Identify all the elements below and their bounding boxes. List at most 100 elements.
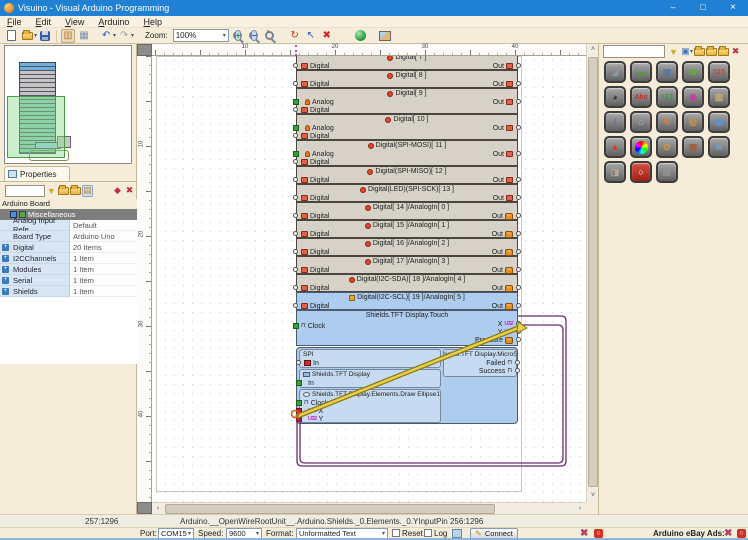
menu-item-edit[interactable]: Edit (29, 16, 59, 28)
block-tft-display-group[interactable]: SPI In Shields.TFT Display.MicroSD Faile… (296, 347, 518, 424)
color-icon[interactable] (630, 136, 652, 158)
folder-open-icon[interactable] (706, 46, 717, 58)
pin-y[interactable]: U32Y (300, 415, 440, 423)
component-search-input[interactable] (603, 45, 665, 58)
expand-icon[interactable]: + (2, 266, 9, 273)
mouse-icon[interactable]: ◕ (604, 86, 626, 108)
design-canvas[interactable]: Digital[ 7 ]DigitalOutDigital[ 8 ]Digita… (152, 56, 586, 502)
pin-digital[interactable]: Digital (297, 302, 517, 310)
circuit-icon[interactable]: ▬ (630, 61, 652, 83)
block-microsd[interactable]: Shields.TFT Display.MicroSD Failed⊓Succe… (443, 349, 517, 377)
block-spi[interactable]: SPI In (299, 349, 441, 368)
property-row[interactable]: Board TypeArduino Uno (0, 231, 137, 242)
pin-out[interactable]: Out (493, 176, 517, 184)
build-icon[interactable]: ↻ (288, 29, 302, 43)
folder-open-icon[interactable] (58, 185, 69, 197)
pin-digital[interactable]: Digital (297, 230, 517, 238)
pin-icon[interactable]: ◆ (112, 185, 123, 197)
display-icon[interactable]: ▣ (708, 111, 730, 133)
chip-icon[interactable]: ▦ (682, 136, 704, 158)
speed-select[interactable]: 9600▾ (226, 528, 262, 539)
pin-out[interactable]: Out (493, 98, 517, 106)
pin-digital[interactable]: Digital (297, 266, 517, 274)
pin-block[interactable]: Digital(SPI-MISO)[ 12 ]DigitalOut (296, 166, 518, 184)
math-icon[interactable]: 123 (656, 86, 678, 108)
clear-filter-icon[interactable]: ✖ (730, 46, 741, 58)
pin-block[interactable]: Digital[ 7 ]DigitalOut (296, 56, 518, 70)
folder-up-icon[interactable] (718, 46, 729, 58)
pin-out[interactable]: Out~ (492, 302, 517, 310)
pin-out[interactable]: Out (493, 80, 517, 88)
view-designer-icon[interactable]: ▥ (61, 29, 75, 43)
pin-digital[interactable]: Digital (297, 106, 517, 114)
buttons-icon[interactable]: ◎ (682, 111, 704, 133)
zoom-out-icon[interactable]: − (248, 29, 262, 43)
ads-close-icon[interactable]: ✖ (724, 528, 732, 539)
pin-digital[interactable]: Digital (297, 80, 517, 88)
keyboard-icon[interactable]: ▦ (656, 161, 678, 183)
menu-item-arduino[interactable]: Arduino (91, 16, 136, 28)
property-row[interactable]: +Digital20 Items (0, 242, 137, 253)
property-row[interactable]: Analog Input Refe..Default (0, 220, 137, 231)
folder-closed-icon[interactable] (70, 185, 81, 197)
folder-new-icon[interactable] (694, 46, 705, 58)
pin-x[interactable]: XU32 (498, 320, 517, 328)
pin-out[interactable]: Out (493, 150, 517, 158)
arrows-icon[interactable]: ⇆ (682, 61, 704, 83)
pin-out[interactable]: Out (493, 194, 517, 202)
block-tft-touch[interactable]: Shields.TFT Display.Touch ⊓Clock XU32YU3… (296, 310, 518, 346)
reset-checkbox[interactable] (392, 529, 400, 537)
pin-block[interactable]: Digital[ 8 ]DigitalOut (296, 70, 518, 88)
horizontal-scroll-thumb[interactable] (165, 504, 495, 514)
text-icon[interactable]: Abc (630, 86, 652, 108)
pin-digital[interactable]: Digital (297, 158, 517, 166)
pin-digital[interactable]: Digital (297, 248, 517, 256)
pin-block[interactable]: Digital(I2C-SCL)[ 19 ]/AnalogIn[ 5 ]Digi… (296, 292, 518, 310)
pin-digital[interactable]: Digital (297, 212, 517, 220)
pin-spi-in[interactable]: In (300, 359, 440, 367)
zoom-100-icon[interactable] (264, 29, 278, 43)
pin-analog[interactable]: Analog (297, 124, 517, 132)
zoom-select[interactable]: 100%▾ (173, 29, 229, 42)
filter-category-icon[interactable]: ∫ (604, 111, 626, 133)
pointer-icon[interactable]: ↖ (304, 29, 318, 43)
properties-filter-input[interactable] (5, 185, 45, 197)
stream-icon[interactable]: ≋ (708, 136, 730, 158)
memory-icon[interactable]: ▥ (708, 86, 730, 108)
undo-icon[interactable]: ↶ (99, 29, 113, 43)
pin-failed[interactable]: Failed⊓ (486, 359, 516, 367)
pin-digital[interactable]: Digital (297, 176, 517, 184)
time-icon[interactable]: ⊙ (656, 136, 678, 158)
ads-stop-icon[interactable]: ○ (737, 529, 746, 538)
pin-digital[interactable]: Digital (297, 132, 517, 140)
pin-block[interactable]: Digital[ 16 ]/AnalogIn[ 2 ]DigitalOut~ (296, 238, 518, 256)
menu-item-help[interactable]: Help (136, 16, 169, 28)
vertical-scrollbar[interactable]: ˄ ˅ (586, 44, 598, 502)
pin-block[interactable]: Digital[ 9 ]AnalogDigitalOut (296, 88, 518, 114)
view-toggle-icon[interactable]: ▤ (82, 185, 93, 197)
filter-icon[interactable]: ▼ (46, 185, 57, 197)
stop-icon[interactable]: ○ (594, 529, 603, 538)
menu-item-view[interactable]: View (58, 16, 91, 28)
pin-digital[interactable]: Digital (297, 284, 517, 292)
view-grid-icon[interactable]: ▦ (77, 29, 91, 43)
pin-out[interactable]: Out (493, 62, 517, 70)
expand-icon[interactable]: + (2, 255, 9, 262)
tools-icon[interactable]: ◢ (604, 61, 626, 83)
pin-block[interactable]: Digital[ 14 ]/AnalogIn[ 0 ]DigitalOut~ (296, 202, 518, 220)
horizontal-scrollbar[interactable]: ‹ › (152, 502, 586, 514)
tab-properties[interactable]: Properties (4, 166, 70, 181)
network-icon[interactable]: ◉ (682, 86, 704, 108)
menu-item-file[interactable]: File (0, 16, 29, 28)
property-row[interactable]: +Serial1 Item (0, 275, 137, 286)
breadboard-icon[interactable]: ▦ (656, 61, 678, 83)
pin-y[interactable]: YU32 (498, 328, 517, 336)
design-minimap[interactable] (4, 45, 132, 164)
pin-out[interactable]: Out (493, 124, 517, 132)
zoom-in-icon[interactable]: + (232, 29, 246, 43)
pin-block[interactable]: Digital[ 15 ]/AnalogIn[ 1 ]DigitalOut~ (296, 220, 518, 238)
counter-icon[interactable]: 123 (708, 61, 730, 83)
port-select[interactable]: COM15▾ (158, 528, 194, 539)
chart-icon[interactable]: ▲ (604, 136, 626, 158)
pin-digital[interactable]: Digital (297, 62, 517, 70)
